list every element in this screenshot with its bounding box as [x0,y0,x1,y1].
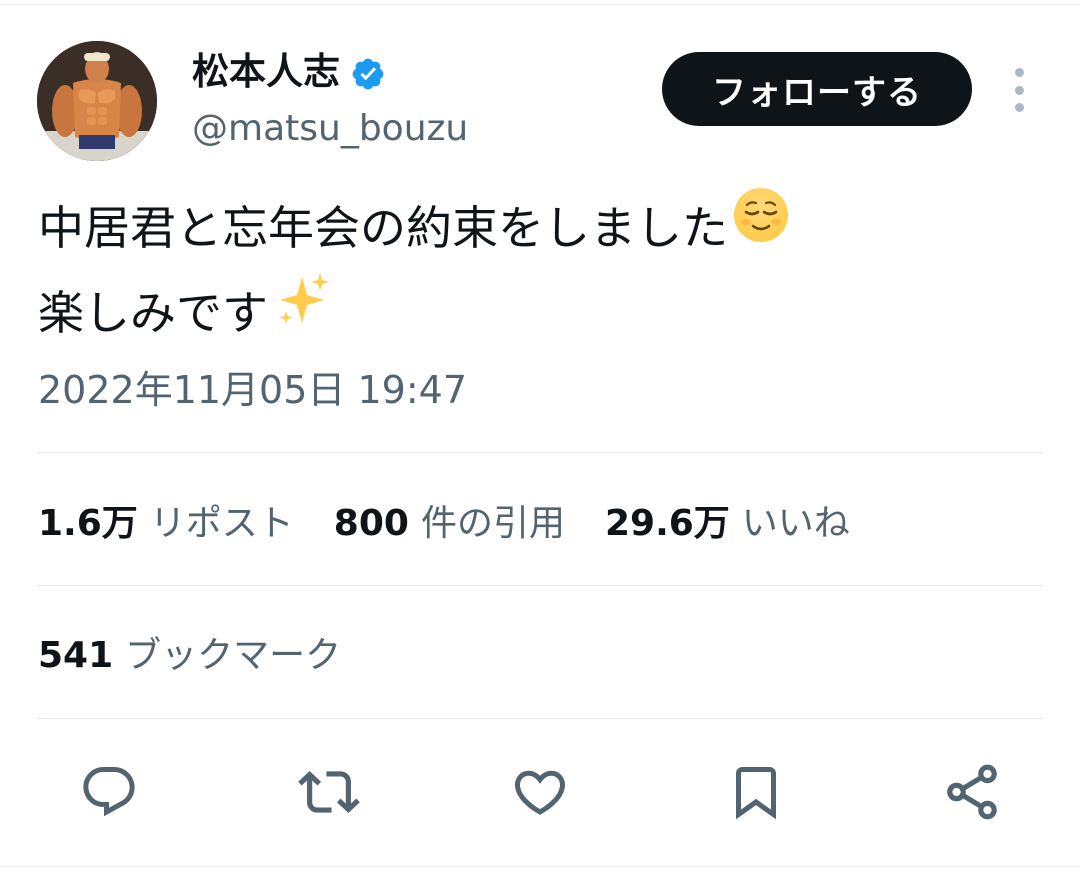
relieved-face-emoji-icon [732,186,790,269]
sparkles-emoji-icon [272,269,334,356]
bookmark-icon[interactable] [724,760,788,824]
divider [37,718,1043,719]
follow-button[interactable]: フォローする [662,52,972,126]
verified-badge-icon [350,54,386,90]
muscular-figure-avatar-image [37,41,157,161]
reposts-count: 1.6万 [38,503,138,544]
reposts-stat[interactable]: 1.6万 リポスト [38,496,294,552]
tweet-line-2: 楽しみです [38,269,790,356]
likes-count: 29.6万 [604,503,730,544]
avatar[interactable] [37,41,157,161]
divider [37,452,1043,453]
display-name-text: 松本人志 [192,50,340,93]
bookmarks-stat[interactable]: 541 ブックマーク [38,628,341,684]
tweet-detail: 松本人志 @matsu_bouzu フォローする 中居君と忘年会の約束をしました [0,0,1079,887]
tweet-line-1-text: 中居君と忘年会の約束をしました [38,200,728,255]
quotes-count: 800 [333,503,409,544]
like-icon[interactable] [508,760,572,824]
divider [37,585,1043,586]
tweet-line-1: 中居君と忘年会の約束をしました [38,186,790,269]
likes-stat[interactable]: 29.6万 いいね [605,496,850,552]
likes-label: いいね [741,503,850,544]
action-bar [0,760,1079,830]
tweet-text: 中居君と忘年会の約束をしました 楽しみです [38,186,790,356]
engagement-stats: 1.6万 リポスト 800 件の引用 29.6万 いいね [38,496,890,552]
bottom-divider [0,866,1079,867]
bookmarks-count: 541 [38,635,114,676]
handle[interactable]: @matsu_bouzu [192,106,468,152]
quotes-label: 件の引用 [420,503,565,544]
reply-icon[interactable] [77,760,141,824]
more-options-icon[interactable] [1004,68,1034,112]
repost-icon[interactable] [297,760,361,824]
reposts-label: リポスト [149,503,294,544]
top-divider [0,4,1079,5]
tweet-line-2-text: 楽しみです [38,285,268,340]
display-name[interactable]: 松本人志 [192,46,386,98]
share-icon[interactable] [940,760,1004,824]
quotes-stat[interactable]: 800 件の引用 [334,496,565,552]
bookmarks-label: ブックマーク [125,635,342,676]
timestamp[interactable]: 2022年11月05日 19:47 [38,364,467,416]
